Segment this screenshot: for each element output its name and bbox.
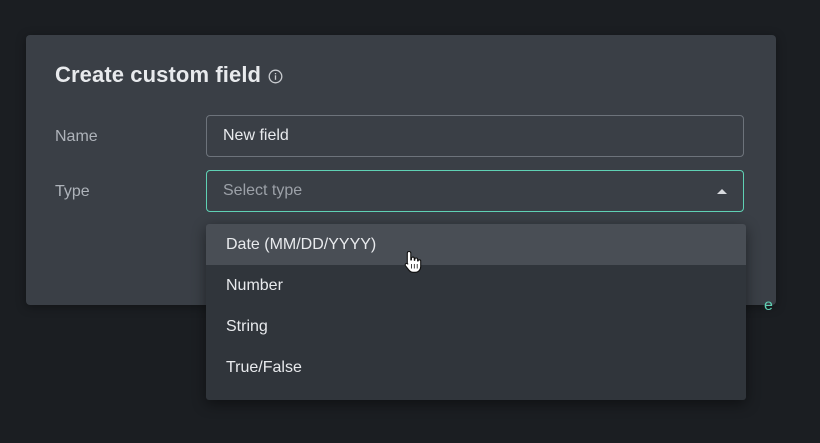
- hand-pointer-cursor-icon: [404, 250, 422, 273]
- dialog-header: Create custom field: [55, 62, 283, 88]
- type-label: Type: [55, 183, 90, 200]
- dialog-title: Create custom field: [55, 62, 262, 87]
- type-dropdown-menu: Date (MM/DD/YYYY) Number String True/Fal…: [206, 224, 746, 400]
- name-input[interactable]: [223, 127, 743, 145]
- name-field[interactable]: [206, 115, 744, 157]
- type-select-placeholder: Select type: [223, 182, 303, 199]
- option-string[interactable]: String: [206, 306, 746, 347]
- info-icon[interactable]: [268, 69, 283, 84]
- chevron-up-icon: [717, 188, 727, 194]
- partially-hidden-button-text[interactable]: e: [764, 297, 773, 315]
- option-date[interactable]: Date (MM/DD/YYYY): [206, 224, 746, 265]
- type-select[interactable]: Select type: [206, 170, 744, 212]
- option-number[interactable]: Number: [206, 265, 746, 306]
- option-true-false[interactable]: True/False: [206, 347, 746, 388]
- name-label: Name: [55, 128, 98, 145]
